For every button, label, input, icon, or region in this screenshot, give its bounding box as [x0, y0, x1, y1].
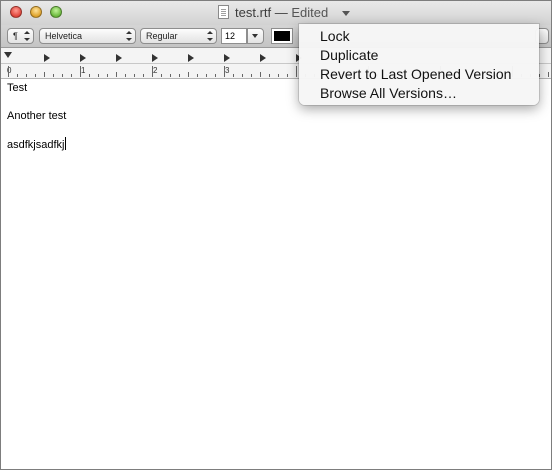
title-separator: —	[274, 5, 288, 20]
ruler-tick	[224, 66, 225, 77]
popup-arrows-icon	[126, 31, 132, 41]
ruler-tick	[125, 74, 126, 77]
ruler-tick	[35, 74, 36, 77]
menu-item-lock[interactable]: Lock	[320, 27, 350, 45]
ruler-label: 1	[81, 66, 86, 75]
ruler-tick	[296, 66, 297, 77]
ruler-tick	[134, 74, 135, 77]
zoom-button[interactable]	[50, 6, 62, 18]
paragraph-with-caret[interactable]: asdfkjsadfkj	[7, 137, 547, 151]
title-bar[interactable]: test.rtf — Edited	[1, 1, 551, 25]
font-typeface-label: Regular	[146, 31, 178, 41]
ruler-tick	[71, 74, 72, 77]
ruler-tick	[53, 74, 54, 77]
ruler-tick	[62, 74, 63, 77]
menu-item-duplicate[interactable]: Duplicate	[320, 46, 378, 64]
ruler-tick	[242, 74, 243, 77]
font-size-dropdown[interactable]	[247, 28, 264, 44]
font-family-label: Helvetica	[45, 31, 83, 41]
ruler-tick	[17, 74, 18, 77]
ruler-tick	[44, 72, 45, 77]
font-size-field[interactable]: 12	[221, 28, 247, 44]
ruler-tick	[206, 74, 207, 77]
indent-marker-icon[interactable]	[4, 52, 12, 58]
ruler-tick	[260, 72, 261, 77]
paragraph-style-label: ¶	[13, 31, 18, 41]
paragraph-style-popup[interactable]: ¶	[7, 28, 34, 44]
rtf-document-icon[interactable]	[218, 5, 229, 19]
ruler-tick	[188, 72, 189, 77]
window-title[interactable]: test.rtf — Edited	[235, 5, 328, 20]
close-button[interactable]	[10, 6, 22, 18]
ruler-tick	[107, 74, 108, 77]
ruler-tick	[287, 74, 288, 77]
ruler-tick	[179, 74, 180, 77]
title-bar-menu: Lock Duplicate Revert to Last Opened Ver…	[299, 24, 539, 105]
text-caret	[65, 137, 67, 150]
ruler-tick	[152, 66, 153, 77]
paragraph-text[interactable]: asdfkjsadfkj	[7, 139, 64, 151]
tab-stop-icon[interactable]	[80, 54, 86, 62]
font-typeface-popup[interactable]: Regular	[140, 28, 217, 44]
document-name: test.rtf	[235, 5, 272, 20]
ruler-tick	[233, 74, 234, 77]
ruler-tick	[8, 66, 9, 77]
tab-stop-icon[interactable]	[44, 54, 50, 62]
ruler-tick	[251, 74, 252, 77]
tab-stop-icon[interactable]	[224, 54, 230, 62]
ruler-tick	[269, 74, 270, 77]
ruler-tick	[548, 72, 549, 77]
textedit-window: test.rtf — Edited ¶ Helvetica Regular 12	[0, 0, 552, 470]
tab-stop-icon[interactable]	[116, 54, 122, 62]
popup-arrows-icon	[207, 31, 213, 41]
menu-item-browse-all-versions[interactable]: Browse All Versions…	[320, 84, 457, 102]
ruler-tick	[215, 74, 216, 77]
ruler-tick	[170, 74, 171, 77]
popup-arrows-icon	[24, 31, 30, 41]
ruler-tick	[539, 74, 540, 77]
ruler-tick	[161, 74, 162, 77]
ruler-tick	[80, 66, 81, 77]
ruler-tick	[143, 74, 144, 77]
minimize-button[interactable]	[30, 6, 42, 18]
text-color-well[interactable]	[271, 28, 293, 44]
ruler-tick	[26, 74, 27, 77]
menu-item-revert-to-last-opened[interactable]: Revert to Last Opened Version	[320, 65, 511, 83]
ruler-tick	[98, 74, 99, 77]
ruler-tick	[278, 74, 279, 77]
tab-stop-icon[interactable]	[260, 54, 266, 62]
empty-line[interactable]	[7, 123, 547, 137]
ruler-label: 3	[225, 66, 230, 75]
chevron-down-icon[interactable]	[342, 11, 350, 16]
tab-stop-icon[interactable]	[152, 54, 158, 62]
ruler-tick	[89, 74, 90, 77]
font-family-popup[interactable]: Helvetica	[39, 28, 136, 44]
ruler-tick	[116, 72, 117, 77]
tab-stop-icon[interactable]	[188, 54, 194, 62]
paragraph[interactable]: Another test	[7, 109, 547, 123]
ruler-label: 2	[153, 66, 158, 75]
edited-status: Edited	[291, 5, 329, 20]
ruler-tick	[197, 74, 198, 77]
